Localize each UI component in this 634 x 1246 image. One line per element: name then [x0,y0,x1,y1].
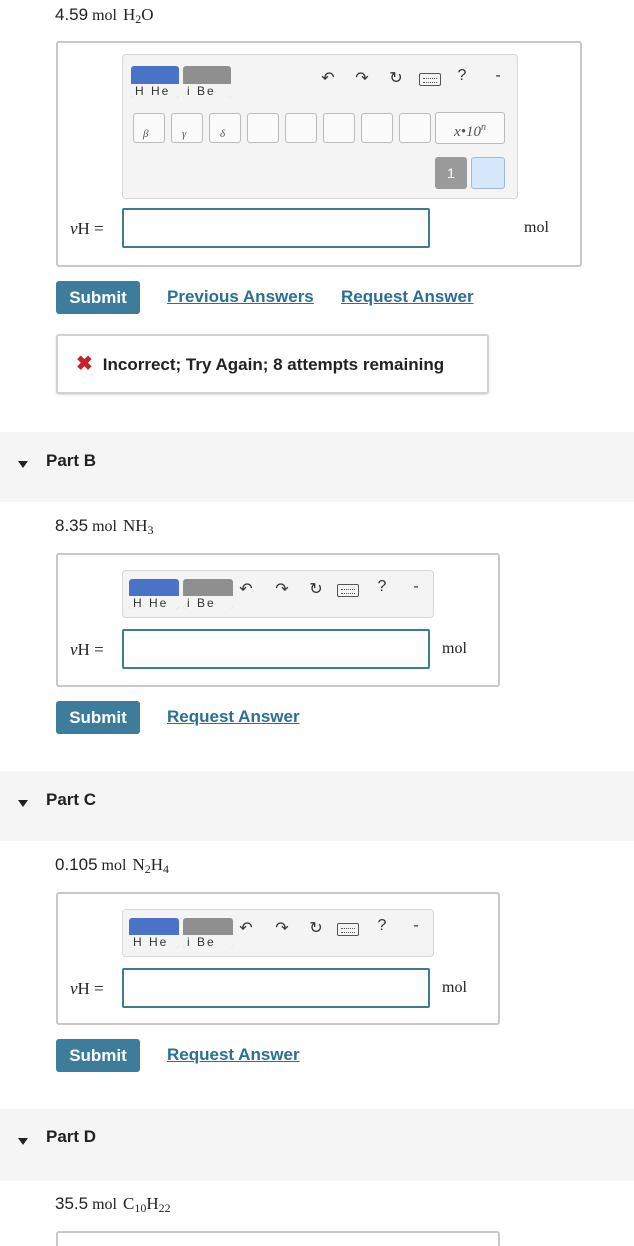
redo-icon[interactable]: ↷ [351,68,373,88]
previous-answers-link[interactable]: Previous Answers [167,287,314,307]
part-b-header[interactable]: Part B [0,432,634,502]
part-c-request-answer-link[interactable]: Request Answer [167,1045,300,1065]
periodic-table-button-2[interactable]: i Be [183,579,233,609]
part-b-question: 8.35 mol NH3 [55,516,154,537]
part-d-title: Part D [46,1127,97,1146]
part-c-variable-label: νH = [70,979,104,998]
periodic-table-button[interactable]: H He [131,66,179,98]
collapse-triangle-icon [18,800,28,807]
scientific-notation-button[interactable]: x•10n [435,112,505,144]
part-b-answer-box: H He i Be ↶ ↷ ↻ ? - νH = mol [56,553,500,687]
number-key[interactable]: 1 [435,157,467,189]
symbol-tile-gamma[interactable]: γ [171,113,203,143]
part-c-question: 0.105 mol N2H4 [55,855,169,876]
part-a-feedback: ✖ Incorrect; Try Again; 8 attempts remain… [56,334,489,394]
part-d-answer-box [56,1231,500,1246]
part-b-unit-label: mol [442,640,467,657]
part-d-header[interactable]: Part D [0,1109,634,1181]
part-c-submit-button[interactable]: Submit [56,1039,140,1072]
part-b-request-answer-link[interactable]: Request Answer [167,707,300,727]
symbol-tile-delta[interactable]: δ [209,113,241,143]
undo-icon[interactable]: ↶ [237,579,255,599]
part-c-answer-box: H He i Be ↶ ↷ ↻ ? - νH = mol [56,892,500,1025]
close-icon[interactable]: - [409,578,423,596]
part-a-toolbar: H He i Be ↶ ↷ ↻ ? - β γ δ x•10n 1 [122,54,518,199]
reset-icon[interactable]: ↻ [385,68,407,88]
fraction-key[interactable] [471,157,505,189]
close-icon[interactable]: - [491,67,505,85]
part-c-toolbar: H He i Be ↶ ↷ ↻ ? - [122,909,434,957]
part-a-unit-label: mol [524,219,549,236]
symbol-tile-beta[interactable]: β [133,113,165,143]
symbol-tile-5[interactable] [285,113,317,143]
collapse-triangle-icon [18,1138,28,1145]
symbol-tile-7[interactable] [361,113,393,143]
part-b-answer-input[interactable] [122,629,430,669]
part-a-variable-label: νH = [70,219,104,238]
redo-icon[interactable]: ↷ [271,918,293,938]
part-a-request-answer-link[interactable]: Request Answer [341,287,474,307]
help-icon[interactable]: ? [455,67,469,85]
reset-icon[interactable]: ↻ [305,918,327,938]
close-icon[interactable]: - [409,917,423,935]
symbol-tile-6[interactable] [323,113,355,143]
help-icon[interactable]: ? [375,578,389,596]
error-x-icon: ✖ [76,353,93,375]
undo-icon[interactable]: ↶ [319,68,337,88]
reset-icon[interactable]: ↻ [305,579,327,599]
periodic-table-button-2[interactable]: i Be [183,66,231,98]
part-c-unit-label: mol [442,979,467,996]
undo-icon[interactable]: ↶ [237,918,255,938]
part-a-submit-button[interactable]: Submit [56,281,140,314]
symbol-tile-4[interactable] [247,113,279,143]
part-c-header[interactable]: Part C [0,771,634,841]
part-a-answer-input[interactable] [122,208,430,248]
periodic-table-button[interactable]: H He [129,918,179,948]
part-c-title: Part C [46,790,97,809]
periodic-table-button-2[interactable]: i Be [183,918,233,948]
part-b-title: Part B [46,451,97,470]
part-b-variable-label: νH = [70,640,104,659]
collapse-triangle-icon [18,461,28,468]
part-a-question: 4.59 mol H2O [55,5,154,26]
part-b-submit-button[interactable]: Submit [56,701,140,734]
help-icon[interactable]: ? [375,917,389,935]
redo-icon[interactable]: ↷ [271,579,293,599]
part-c-answer-input[interactable] [122,968,430,1008]
keyboard-icon[interactable] [337,584,359,597]
part-b-toolbar: H He i Be ↶ ↷ ↻ ? - [122,570,434,618]
keyboard-icon[interactable] [337,923,359,936]
symbol-tile-8[interactable] [399,113,431,143]
keyboard-icon[interactable] [419,73,441,86]
periodic-table-button[interactable]: H He [129,579,179,609]
part-d-question: 35.5 mol C10H22 [55,1194,171,1215]
part-a-answer-box: H He i Be ↶ ↷ ↻ ? - β γ δ x•10n 1 νH = m… [56,41,582,267]
